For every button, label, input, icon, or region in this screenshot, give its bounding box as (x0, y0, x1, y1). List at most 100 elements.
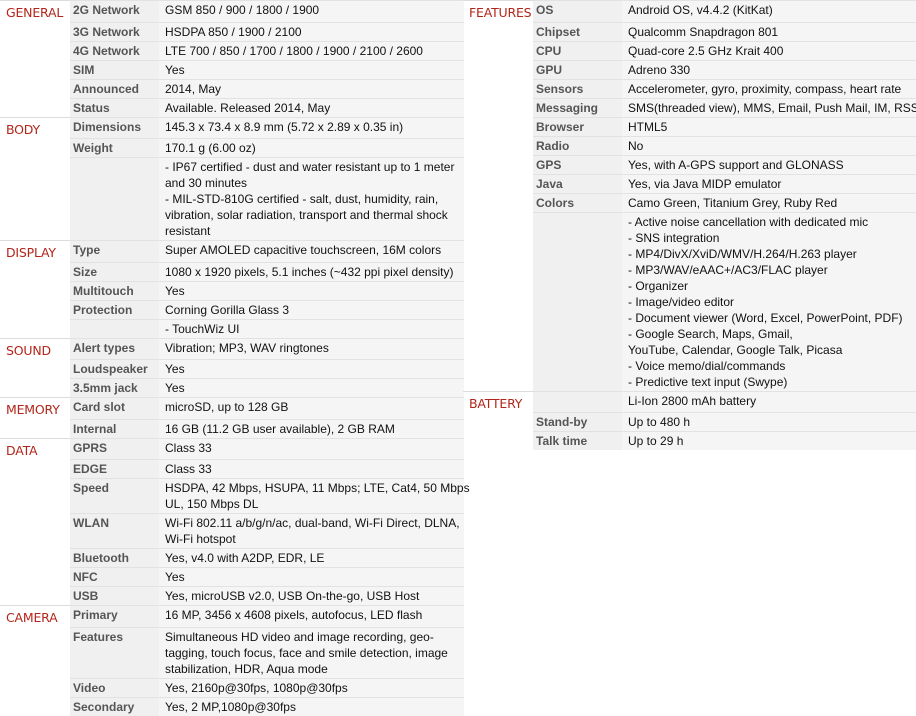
spec-value-line: - Voice memo/dial/commands (628, 358, 786, 373)
category-spacer (463, 60, 533, 79)
spec-name-stand-by: Stand-by (533, 412, 622, 432)
spec-value-line: Up to 29 h (628, 434, 684, 448)
spec-name-size: Size (70, 261, 159, 281)
spec-value: HTML5 (622, 116, 916, 136)
spec-value-line: UL, 150 Mbps DL (165, 497, 259, 511)
spec-value-line: tagging, touch focus, face and smile det… (165, 645, 448, 660)
spec-row: FEATURES OS Android OS, v4.4.2 (KitKat) (463, 0, 916, 22)
spec-value-line: Super AMOLED capacitive touchscreen, 16M… (165, 243, 442, 257)
spec-value-line: YouTube, Calendar, Google Talk, Picasa (628, 342, 843, 357)
spec-row: DATA GPRS Class 33 (0, 437, 464, 460)
spec-value-line: 2014, May (165, 81, 222, 96)
spec-value-line: Yes (165, 381, 185, 395)
spec-value-line: microSD, up to 128 GB (165, 400, 289, 414)
spec-value: 2014, May (159, 78, 464, 98)
category-spacer (463, 22, 533, 41)
spec-name-speed: Speed (70, 478, 159, 514)
spec-value: SMS(threaded view), MMS, Email, Push Mai… (622, 97, 916, 117)
spec-value-line: LTE 700 / 850 / 1700 / 1800 / 1900 / 210… (165, 43, 423, 58)
category-spacer (0, 281, 70, 300)
spec-name-radio: Radio (533, 135, 622, 155)
spec-value: Camo Green, Titanium Grey, Ruby Red (622, 192, 916, 212)
spec-name-dimensions: Dimensions (70, 116, 159, 139)
spec-value-line: Wi-Fi 802.11 a/b/g/n/ac, dual-band, Wi-F… (165, 516, 460, 530)
spec-row: Announced 2014, May (0, 78, 464, 98)
spec-row: CPU Quad-core 2.5 GHz Krait 400 (463, 40, 916, 60)
spec-value-line: Yes, 2 MP,1080p@30fps (165, 699, 296, 714)
spec-row: Radio No (463, 135, 916, 155)
spec-row: Secondary Yes, 2 MP,1080p@30fps (0, 696, 464, 716)
spec-name-note (70, 157, 159, 241)
spec-name-talk-time: Talk time (533, 431, 622, 450)
spec-value: Yes, via Java MIDP emulator (622, 173, 916, 193)
spec-value: 16 GB (11.2 GB user available), 2 GB RAM (159, 418, 464, 438)
spec-value-line: Available. Released 2014, May (165, 100, 331, 115)
spec-row: Browser HTML5 (463, 116, 916, 136)
category-spacer (463, 193, 533, 212)
spec-value-line: Yes (165, 362, 185, 376)
spec-row: Sensors Accelerometer, gyro, proximity, c… (463, 78, 916, 98)
spec-value: Yes, 2 MP,1080p@30fps (159, 696, 464, 716)
spec-value-line: - Google Search, Maps, Gmail, (628, 326, 793, 341)
spec-name-3-5mm-jack: 3.5mm jack (70, 378, 159, 398)
spec-value: Yes, 2160p@30fps, 1080p@30fps (159, 677, 464, 697)
spec-value-line: Wi-Fi hotspot (165, 532, 236, 546)
category-spacer (0, 627, 70, 678)
spec-name-os: OS (533, 0, 622, 22)
spec-row: Bluetooth Yes, v4.0 with A2DP, EDR, LE (0, 548, 464, 568)
spec-value: Accelerometer, gyro, proximity, compass,… (622, 78, 916, 98)
spec-value-line: Li-Ion 2800 mAh battery (628, 393, 757, 408)
category-spacer (0, 587, 70, 606)
spec-value-line: Class 33 (165, 462, 212, 476)
spec-value: Yes (159, 359, 464, 379)
spec-value: Yes (159, 378, 464, 398)
category-spacer (463, 413, 533, 432)
category-spacer (463, 41, 533, 60)
category-spacer (463, 136, 533, 155)
category-spacer (463, 98, 533, 117)
spec-row: 4G Network LTE 700 / 850 / 1700 / 1800 / … (0, 40, 464, 60)
category-spacer (463, 79, 533, 98)
spec-value-line: - MIL-STD-810G certified - salt, dust, h… (165, 192, 439, 206)
spec-name-protection: Protection (70, 299, 159, 319)
category-spacer (463, 212, 533, 391)
spec-name-gps: GPS (533, 154, 622, 174)
spec-name-note (70, 318, 159, 338)
spec-row: Weight 170.1 g (6.00 oz) (0, 138, 464, 158)
spec-name-bluetooth: Bluetooth (70, 548, 159, 568)
spec-value: Super AMOLED capacitive touchscreen, 16M… (159, 240, 464, 262)
spec-value-line: Yes, 2160p@30fps, 1080p@30fps (165, 680, 348, 695)
spec-value-line: - Document viewer (Word, Excel, PowerPoi… (628, 310, 903, 325)
spec-row: Talk time Up to 29 h (463, 431, 916, 451)
spec-value-line: Yes (165, 62, 185, 77)
spec-value: - IP67 certified - dust and water resist… (159, 157, 464, 241)
spec-name-2g-network: 2G Network (70, 0, 159, 22)
spec-value: LTE 700 / 850 / 1700 / 1800 / 1900 / 210… (159, 40, 464, 60)
spec-value: Quad-core 2.5 GHz Krait 400 (622, 40, 916, 60)
spec-name-features: Features (70, 626, 159, 678)
spec-value-line: Yes, microUSB v2.0, USB On-the-go, USB H… (165, 589, 420, 603)
spec-value-line: HSDPA, 42 Mbps, HSUPA, 11 Mbps; LTE, Cat… (165, 481, 470, 495)
spec-row: Chipset Qualcomm Snapdragon 801 (463, 21, 916, 41)
category-spacer (0, 419, 70, 438)
spec-value: Yes, microUSB v2.0, USB On-the-go, USB H… (159, 586, 464, 606)
spec-row: 3G Network HSDPA 850 / 1900 / 2100 (0, 21, 464, 41)
spec-row: Multitouch Yes (0, 280, 464, 300)
spec-name-gprs: GPRS (70, 437, 159, 460)
category-spacer (0, 678, 70, 697)
spec-row: NFC Yes (0, 567, 464, 587)
category-spacer (463, 174, 533, 193)
spec-value-line: - SNS integration (628, 230, 720, 245)
spec-name-cpu: CPU (533, 40, 622, 60)
spec-name-primary: Primary (70, 605, 159, 627)
spec-row: SIM Yes (0, 59, 464, 79)
spec-name-multitouch: Multitouch (70, 280, 159, 300)
category-spacer (463, 432, 533, 451)
category-spacer (0, 549, 70, 568)
spec-value-line: 170.1 g (6.00 oz) (165, 141, 256, 155)
spec-name-usb: USB (70, 586, 159, 606)
spec-value: 145.3 x 73.4 x 8.9 mm (5.72 x 2.89 x 0.3… (159, 116, 464, 139)
spec-value-line: Yes, with A-GPS support and GLONASS (628, 157, 844, 172)
spec-name-messaging: Messaging (533, 97, 622, 117)
spec-row: Speed HSDPA, 42 Mbps, HSUPA, 11 Mbps; LTE… (0, 478, 470, 514)
